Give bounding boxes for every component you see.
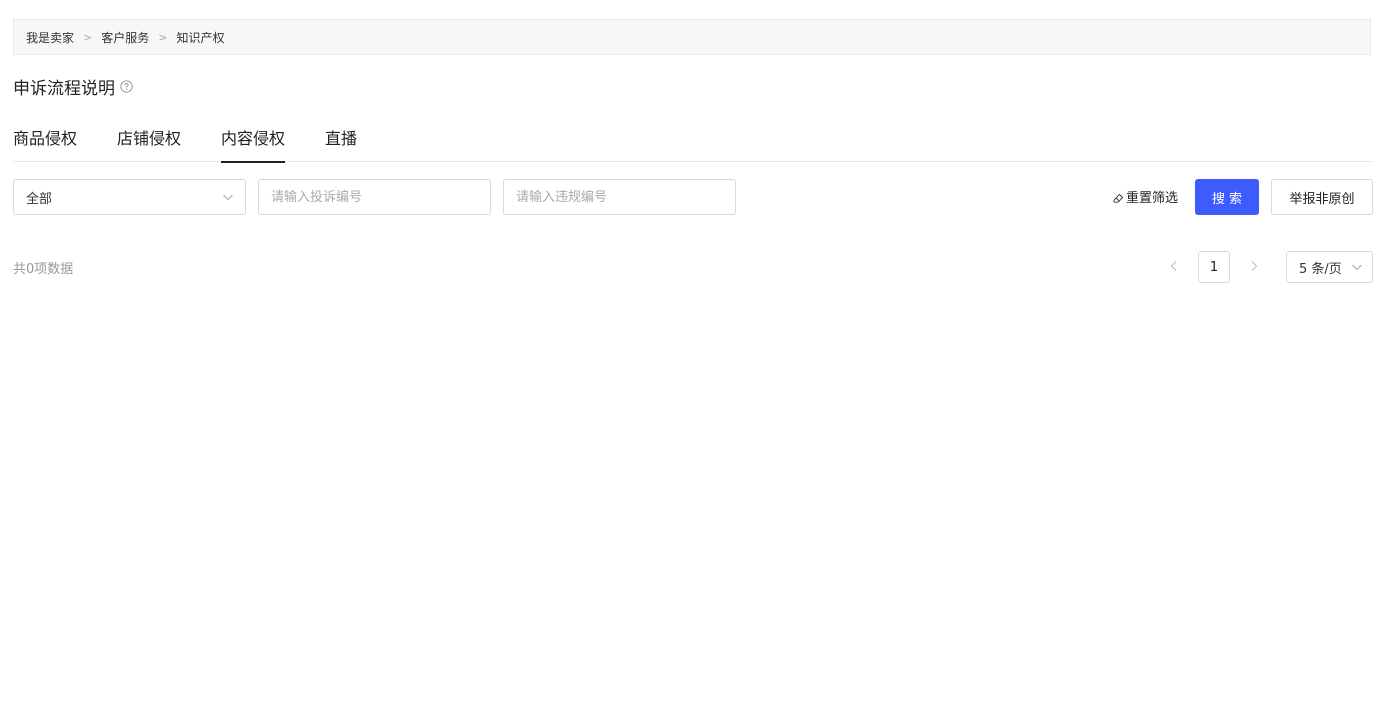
tab-content-infringement[interactable]: 内容侵权 xyxy=(221,122,286,163)
breadcrumb-item-seller[interactable]: 我是卖家 xyxy=(26,29,74,46)
tab-bar: 商品侵权 店铺侵权 内容侵权 直播 xyxy=(13,122,1373,163)
page: 我是卖家 > 客户服务 > 知识产权 申诉流程说明 商品侵权 店铺侵权 内容侵权… xyxy=(0,0,1389,718)
total-count: 共0项数据 xyxy=(13,262,74,277)
chevron-left-icon[interactable] xyxy=(1167,259,1181,273)
chevron-down-icon xyxy=(1352,264,1362,271)
page-size-value: 5 条/页 xyxy=(1299,261,1342,277)
pagination-page-current[interactable]: 1 xyxy=(1198,251,1230,283)
page-title: 申诉流程说明 xyxy=(13,79,115,99)
breadcrumb-separator: > xyxy=(83,30,93,44)
complaint-number-input[interactable] xyxy=(258,179,491,215)
title-row: 申诉流程说明 xyxy=(13,74,133,99)
status-select[interactable]: 全部 xyxy=(13,179,246,215)
report-non-original-button[interactable]: 举报非原创 xyxy=(1271,179,1373,215)
eraser-icon xyxy=(1113,193,1124,203)
chevron-right-icon[interactable] xyxy=(1247,259,1261,273)
breadcrumb-item-customer-service[interactable]: 客户服务 xyxy=(101,29,149,46)
question-circle-icon[interactable] xyxy=(120,80,133,93)
violation-number-input[interactable] xyxy=(503,179,736,215)
tab-store-infringement[interactable]: 店铺侵权 xyxy=(117,122,181,162)
search-button[interactable]: 搜索 xyxy=(1195,179,1259,215)
breadcrumb-item-ip: 知识产权 xyxy=(176,30,225,45)
chevron-down-icon xyxy=(223,194,233,201)
reset-filter-label: 重置筛选 xyxy=(1126,191,1179,206)
reset-filter-button[interactable]: 重置筛选 xyxy=(1113,187,1178,206)
status-select-value: 全部 xyxy=(26,191,53,207)
breadcrumb-separator: > xyxy=(158,30,168,44)
page-size-select[interactable]: 5 条/页 xyxy=(1286,251,1373,283)
breadcrumb: 我是卖家 > 客户服务 > 知识产权 xyxy=(13,19,1371,55)
tab-live[interactable]: 直播 xyxy=(325,122,357,162)
tab-product-infringement[interactable]: 商品侵权 xyxy=(13,122,77,162)
